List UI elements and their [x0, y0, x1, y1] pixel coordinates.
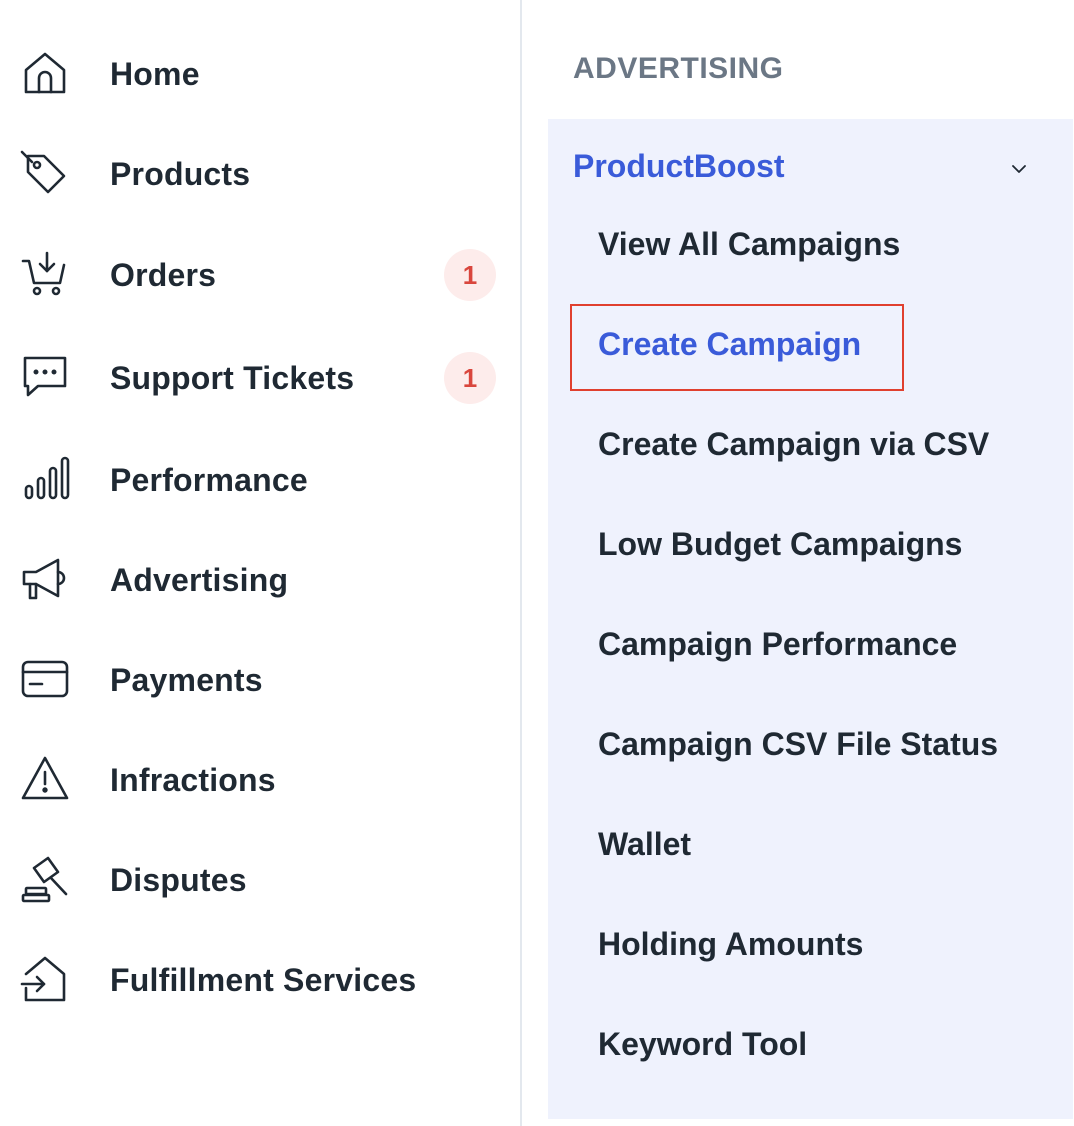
credit-card-icon: [20, 654, 70, 704]
submenu-item-campaign-performance[interactable]: Campaign Performance: [598, 624, 957, 664]
bar-chart-icon: [20, 454, 70, 504]
sidebar-divider: [520, 0, 522, 1126]
chevron-down-icon[interactable]: [1008, 158, 1030, 180]
nav-item-label: Performance: [110, 462, 308, 498]
chat-icon: [20, 352, 70, 402]
submenu-panel: [548, 119, 1073, 1119]
nav-item-support-tickets[interactable]: Support Tickets 1: [0, 334, 520, 414]
submenu-item-campaign-csv-file-status[interactable]: Campaign CSV File Status: [598, 724, 998, 764]
nav-item-label: Fulfillment Services: [110, 962, 417, 998]
gavel-icon: [20, 854, 70, 904]
nav-item-orders[interactable]: Orders 1: [0, 231, 520, 311]
home-icon: [20, 48, 70, 98]
submenu-item-keyword-tool[interactable]: Keyword Tool: [598, 1024, 807, 1064]
submenu-item-create-campaign-via-csv[interactable]: Create Campaign via CSV: [598, 424, 989, 464]
nav-item-disputes[interactable]: Disputes: [0, 836, 520, 916]
section-header: ADVERTISING: [573, 52, 784, 85]
warning-icon: [20, 754, 70, 804]
submenu-item-view-all-campaigns[interactable]: View All Campaigns: [598, 224, 900, 264]
nav-item-label: Payments: [110, 662, 263, 698]
nav-item-performance[interactable]: Performance: [0, 436, 520, 516]
left-navigation: Home Products Orders 1 Support Tickets 1…: [0, 0, 520, 1126]
box-arrow-icon: [20, 954, 70, 1004]
nav-item-label: Home: [110, 56, 200, 92]
tag-icon: [20, 148, 70, 198]
nav-item-infractions[interactable]: Infractions: [0, 736, 520, 816]
nav-item-label: Disputes: [110, 862, 247, 898]
nav-item-advertising[interactable]: Advertising: [0, 536, 520, 616]
nav-item-label: Products: [110, 156, 251, 192]
megaphone-icon: [20, 554, 70, 604]
support-tickets-count-badge: 1: [444, 352, 496, 404]
nav-item-fulfillment-services[interactable]: Fulfillment Services: [0, 936, 520, 1016]
submenu-item-holding-amounts[interactable]: Holding Amounts: [598, 924, 863, 964]
nav-item-payments[interactable]: Payments: [0, 636, 520, 716]
submenu-item-wallet[interactable]: Wallet: [598, 824, 691, 864]
submenu-item-low-budget-campaigns[interactable]: Low Budget Campaigns: [598, 524, 962, 564]
submenu-group-productboost[interactable]: ProductBoost: [573, 148, 785, 185]
nav-item-home[interactable]: Home: [0, 30, 520, 110]
nav-item-label: Orders: [110, 257, 217, 293]
submenu-item-create-campaign[interactable]: Create Campaign: [598, 324, 861, 364]
nav-item-label: Infractions: [110, 762, 276, 798]
orders-count-badge: 1: [444, 249, 496, 301]
nav-item-label: Support Tickets: [110, 360, 355, 396]
nav-item-label: Advertising: [110, 562, 289, 598]
cart-icon: [20, 249, 70, 299]
nav-item-products[interactable]: Products: [0, 130, 520, 210]
